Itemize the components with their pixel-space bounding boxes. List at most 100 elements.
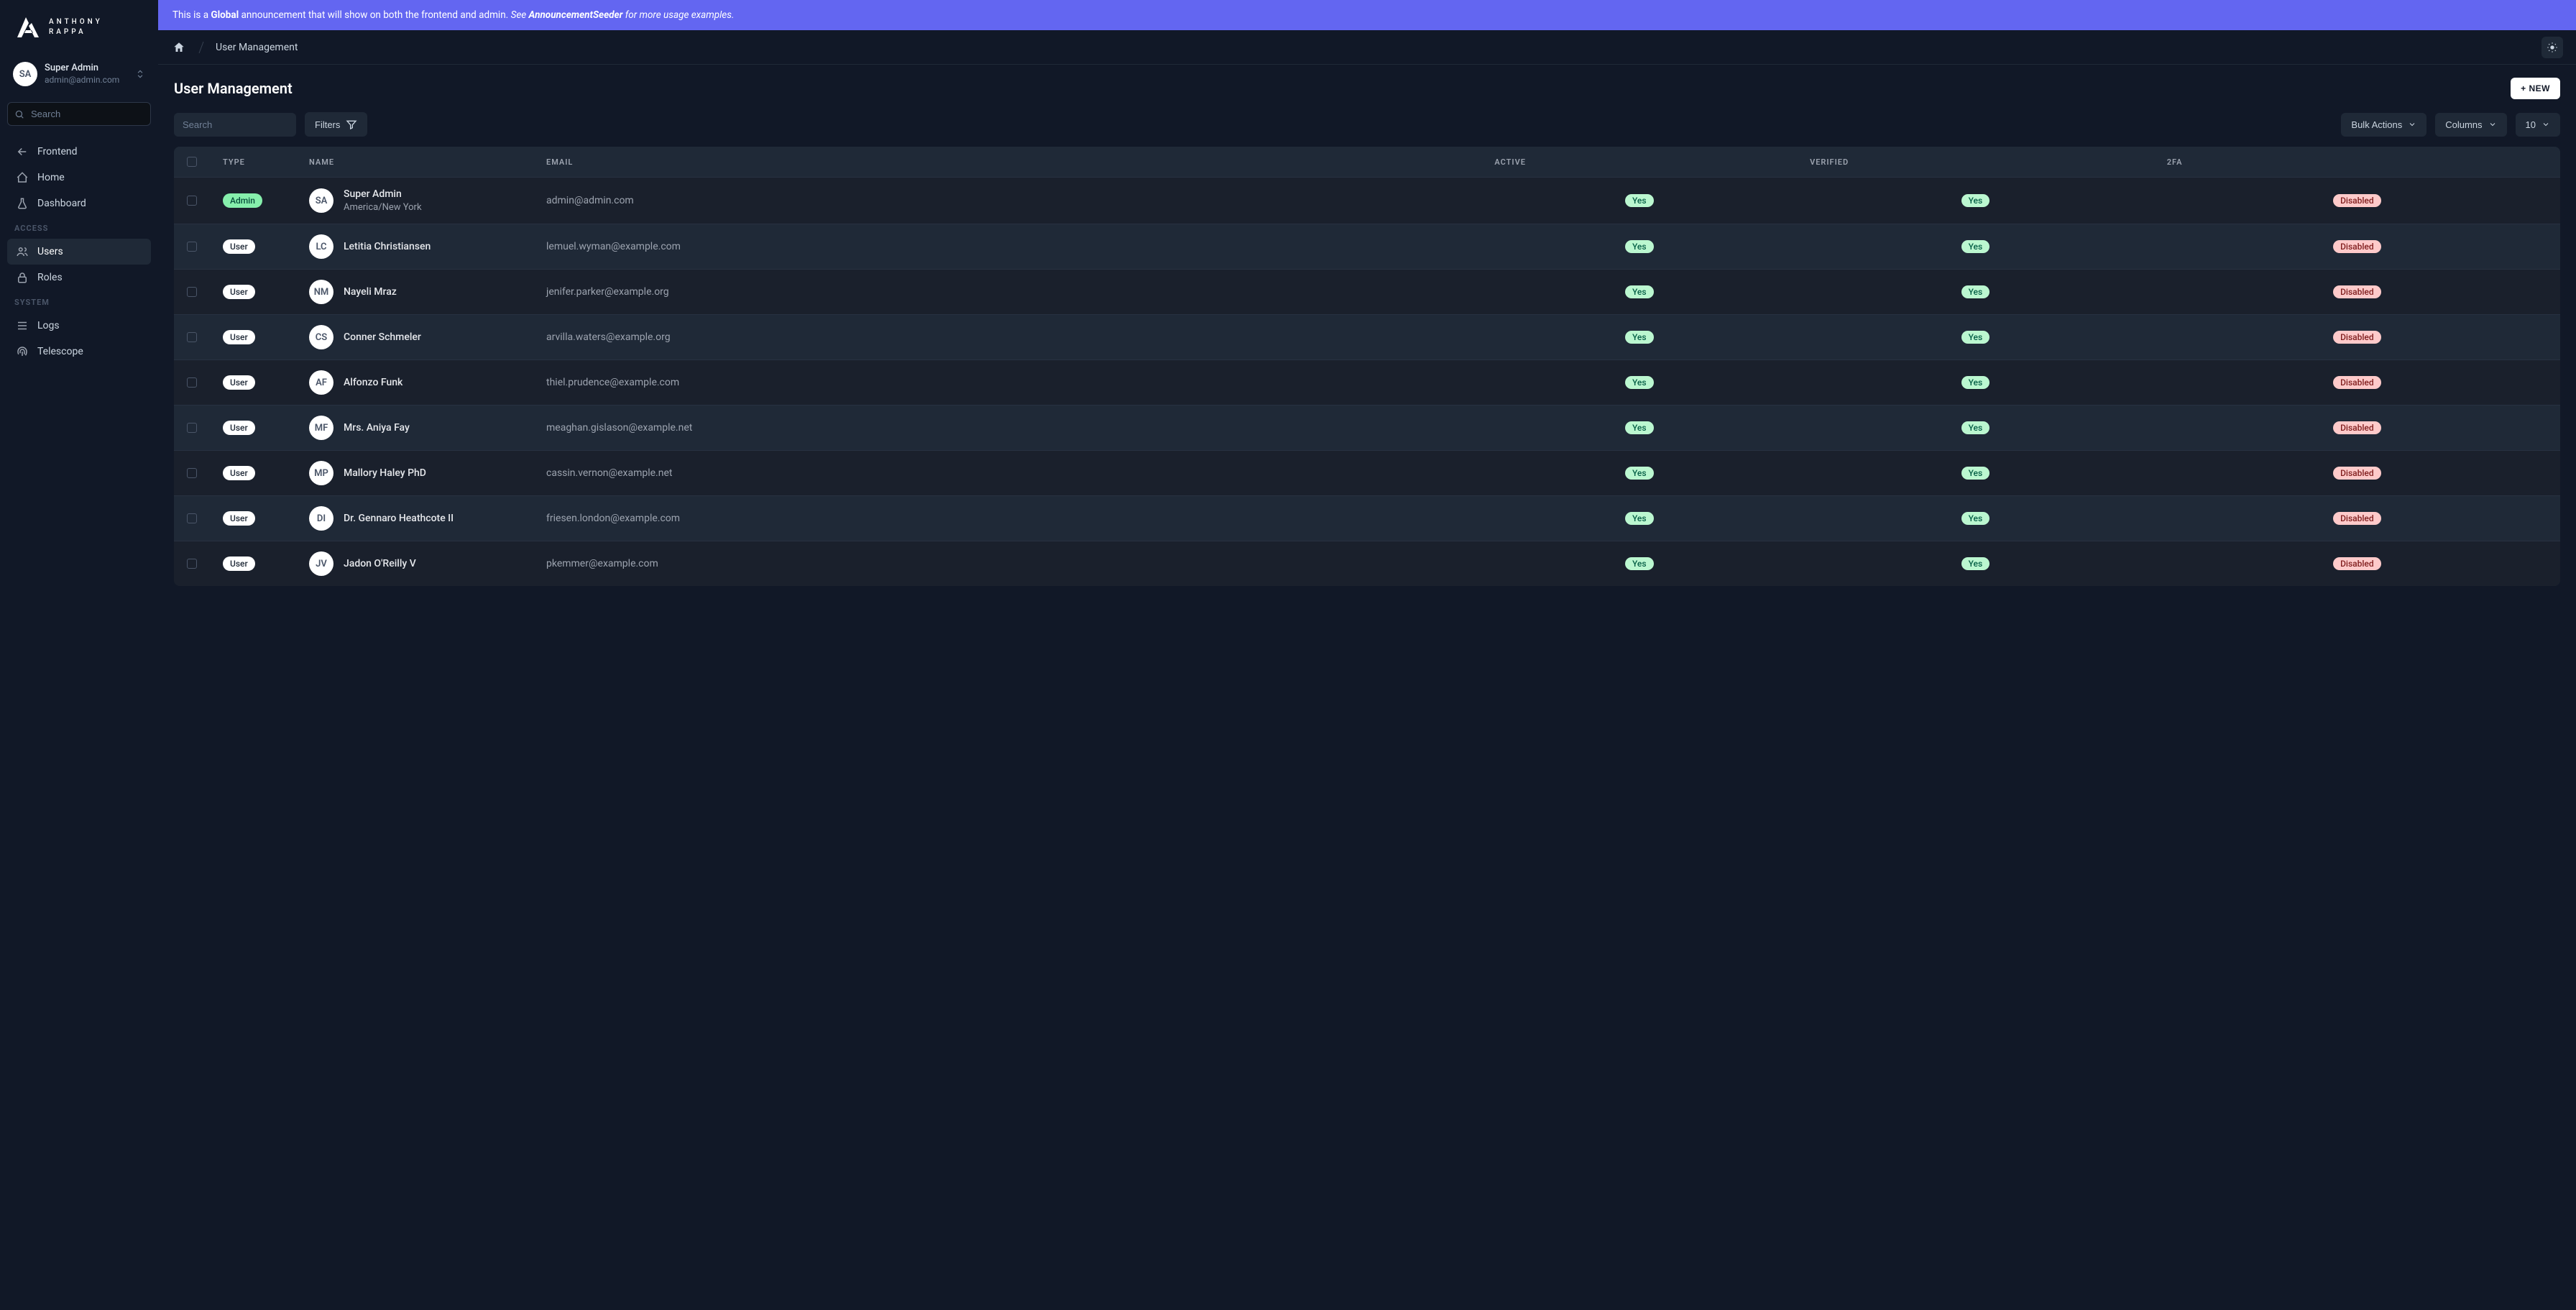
bulk-actions-button[interactable]: Bulk Actions: [2341, 113, 2426, 137]
avatar: LC: [309, 234, 334, 259]
user-email[interactable]: pkemmer@example.com: [546, 558, 658, 569]
user-email[interactable]: meaghan.gislason@example.net: [546, 422, 692, 434]
type-badge: User: [223, 421, 255, 435]
active-badge: Yes: [1625, 557, 1654, 570]
sidebar-item-frontend[interactable]: Frontend: [7, 139, 151, 165]
user-email[interactable]: jenifer.parker@example.org: [546, 286, 669, 298]
brand-logo[interactable]: ANTHONY RAPPA: [7, 13, 151, 56]
row-checkbox[interactable]: [187, 423, 197, 433]
arrow-left-icon: [16, 145, 29, 158]
sidebar-item-label: Roles: [37, 272, 63, 283]
table-row[interactable]: AdminSASuper AdminAmerica/New Yorkadmin@…: [174, 178, 2560, 224]
verified-badge: Yes: [1961, 331, 1990, 344]
new-button[interactable]: + NEW: [2511, 78, 2560, 99]
table-row[interactable]: UserDIDr. Gennaro Heathcote IIfriesen.lo…: [174, 496, 2560, 541]
home-icon: [16, 171, 29, 184]
filters-button[interactable]: Filters: [305, 112, 367, 137]
table-row[interactable]: UserJVJadon O'Reilly Vpkemmer@example.co…: [174, 541, 2560, 587]
chevron-updown-icon: [135, 69, 145, 79]
type-badge: User: [223, 466, 255, 480]
sidebar-item-home[interactable]: Home: [7, 165, 151, 191]
avatar: SA: [309, 188, 334, 213]
row-checkbox[interactable]: [187, 513, 197, 523]
twofa-badge: Disabled: [2333, 421, 2381, 434]
user-name: Alfonzo Funk: [344, 376, 402, 390]
table-row[interactable]: UserLCLetitia Christiansenlemuel.wyman@e…: [174, 224, 2560, 270]
avatar: AF: [309, 370, 334, 395]
sidebar-item-label: Users: [37, 246, 63, 257]
th-name[interactable]: NAME: [296, 147, 533, 178]
nav-heading: SYSTEM: [7, 290, 151, 313]
row-checkbox[interactable]: [187, 559, 197, 569]
type-badge: Admin: [223, 193, 262, 208]
type-badge: User: [223, 556, 255, 571]
brand-line2: RAPPA: [49, 27, 103, 37]
table-row[interactable]: UserMPMallory Haley PhDcassin.vernon@exa…: [174, 451, 2560, 496]
current-user-name: Super Admin: [45, 63, 119, 75]
active-badge: Yes: [1625, 331, 1654, 344]
row-checkbox[interactable]: [187, 242, 197, 252]
chevron-down-icon: [2488, 120, 2497, 129]
avatar: CS: [309, 325, 334, 349]
sidebar-item-label: Dashboard: [37, 198, 86, 209]
logo-icon: [13, 13, 42, 42]
avatar: NM: [309, 280, 334, 304]
row-checkbox[interactable]: [187, 468, 197, 478]
type-badge: User: [223, 330, 255, 344]
table-row[interactable]: UserNMNayeli Mrazjenifer.parker@example.…: [174, 270, 2560, 315]
user-email[interactable]: lemuel.wyman@example.com: [546, 241, 681, 252]
row-checkbox[interactable]: [187, 196, 197, 206]
main-content: This is a Global announcement that will …: [158, 0, 2576, 1310]
sidebar-item-users[interactable]: Users: [7, 239, 151, 265]
th-verified[interactable]: VERIFIED: [1797, 147, 2154, 178]
columns-button[interactable]: Columns: [2435, 113, 2506, 137]
sidebar-item-dashboard[interactable]: Dashboard: [7, 191, 151, 216]
active-badge: Yes: [1625, 512, 1654, 525]
table-row[interactable]: UserMFMrs. Aniya Faymeaghan.gislason@exa…: [174, 406, 2560, 451]
active-badge: Yes: [1625, 421, 1654, 434]
type-badge: User: [223, 511, 255, 526]
home-icon[interactable]: [171, 40, 187, 55]
row-checkbox[interactable]: [187, 287, 197, 297]
verified-badge: Yes: [1961, 285, 1990, 298]
sidebar-item-logs[interactable]: Logs: [7, 313, 151, 339]
row-checkbox[interactable]: [187, 332, 197, 342]
verified-badge: Yes: [1961, 467, 1990, 480]
sidebar-item-roles[interactable]: Roles: [7, 265, 151, 290]
row-checkbox[interactable]: [187, 377, 197, 388]
breadcrumb: User Management: [171, 40, 298, 55]
lock-icon: [16, 271, 29, 284]
chevron-down-icon: [2542, 120, 2550, 129]
page-title: User Management: [174, 80, 293, 97]
theme-toggle-button[interactable]: [2542, 37, 2563, 58]
active-badge: Yes: [1625, 285, 1654, 298]
user-email[interactable]: cassin.vernon@example.net: [546, 467, 672, 479]
table-search-input[interactable]: [174, 113, 296, 137]
th-2fa[interactable]: 2FA: [2154, 147, 2560, 178]
current-user-block[interactable]: SA Super Admin admin@admin.com: [7, 56, 151, 92]
users-icon: [16, 245, 29, 258]
select-all-checkbox[interactable]: [187, 157, 197, 167]
sidebar-item-label: Telescope: [37, 346, 83, 357]
list-icon: [16, 319, 29, 332]
user-email[interactable]: thiel.prudence@example.com: [546, 377, 679, 388]
th-active[interactable]: ACTIVE: [1481, 147, 1797, 178]
verified-badge: Yes: [1961, 376, 1990, 389]
user-email[interactable]: arvilla.waters@example.org: [546, 331, 671, 343]
table-row[interactable]: UserAFAlfonzo Funkthiel.prudence@example…: [174, 360, 2560, 406]
user-name: Letitia Christiansen: [344, 240, 431, 254]
user-email[interactable]: admin@admin.com: [546, 195, 634, 206]
twofa-badge: Disabled: [2333, 331, 2381, 344]
user-email[interactable]: friesen.london@example.com: [546, 513, 680, 524]
th-type[interactable]: TYPE: [210, 147, 296, 178]
sidebar-item-telescope[interactable]: Telescope: [7, 339, 151, 365]
sidebar-search-input[interactable]: [7, 102, 151, 126]
twofa-badge: Disabled: [2333, 467, 2381, 480]
per-page-button[interactable]: 10: [2516, 113, 2560, 137]
active-badge: Yes: [1625, 194, 1654, 207]
th-email[interactable]: EMAIL: [533, 147, 1481, 178]
fingerprint-icon: [16, 345, 29, 358]
verified-badge: Yes: [1961, 240, 1990, 253]
sidebar-item-label: Frontend: [37, 146, 78, 157]
table-row[interactable]: UserCSConner Schmelerarvilla.waters@exam…: [174, 315, 2560, 360]
